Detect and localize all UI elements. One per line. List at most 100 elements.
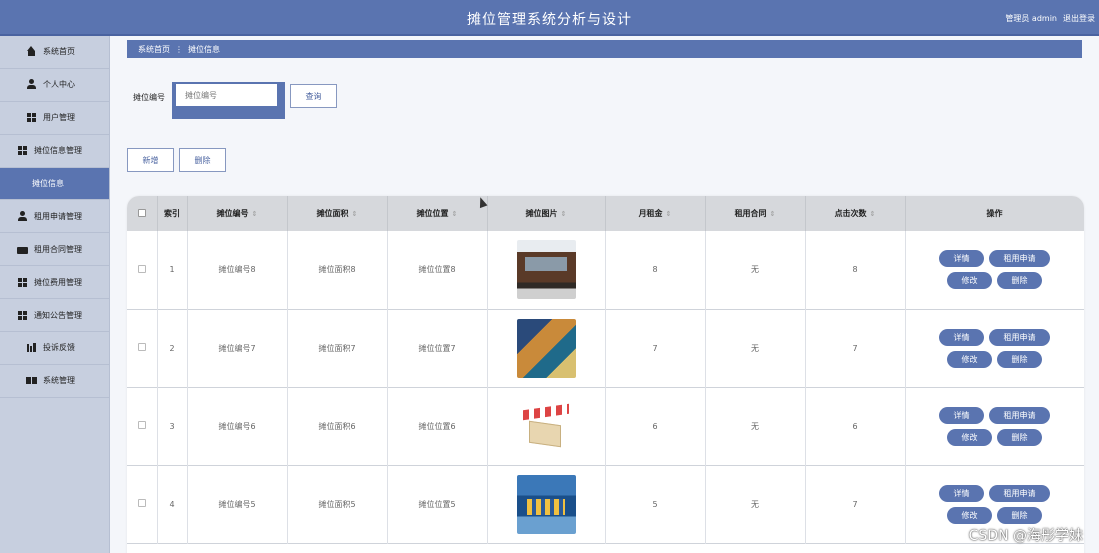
column-header-label: 月租金 — [638, 209, 663, 218]
sidebar-item-stall-fees[interactable]: 摊位费用管理 — [0, 266, 109, 300]
cell-area: 摊位面积7 — [287, 309, 388, 387]
stall-table: 索引 摊位编号 ⇕ 摊位面积 ⇕ 摊位位置 ⇕ 摊位图片 ⇕ 月租金 ⇕ 租用合同 ⇕ 点击… — [127, 196, 1084, 553]
grid-icon — [26, 112, 37, 124]
add-button[interactable]: 新增 — [127, 148, 174, 172]
column-header-actions: 操作 — [905, 196, 1084, 231]
row-checkbox[interactable] — [137, 264, 146, 273]
cell-rent: 8 — [605, 231, 706, 309]
home-icon — [26, 46, 37, 57]
column-header-label: 租用合同 — [734, 209, 767, 218]
header-user-area: 管理员 admin 退出登录 — [1005, 13, 1095, 24]
cell-rent: 7 — [605, 309, 706, 387]
cell-contract: 无 — [705, 309, 806, 387]
column-header-image[interactable]: 摊位图片 ⇕ — [487, 196, 606, 231]
edit-button[interactable]: 修改 — [947, 272, 992, 290]
cell-location: 摊位位置6 — [387, 387, 488, 465]
sidebar-item-feedback[interactable]: 投诉反馈 — [0, 332, 109, 365]
main-content: 系统首页 ⋮ 摊位信息 摊位编号 查询 新增 删除 索引 摊位编号⇕ 摊位面积⇕… — [110, 36, 1099, 553]
sort-icon[interactable]: ⇕ — [666, 210, 672, 218]
app-title: 摊位管理系统分析与设计 — [467, 12, 632, 28]
cell-location: 摊位位置5 — [387, 465, 488, 543]
row-checkbox[interactable] — [137, 499, 146, 507]
cell-contract: 无 — [705, 231, 806, 309]
sidebar-item-label: 系统管理 — [43, 376, 75, 386]
apply-rent-button[interactable]: 租用申请 — [989, 406, 1050, 424]
sidebar-item-stall-info[interactable]: 摊位信息 — [0, 167, 109, 201]
logout-link[interactable]: 退出登录 — [1063, 13, 1095, 24]
grid-icon — [17, 276, 28, 288]
row-checkbox[interactable] — [137, 421, 146, 429]
column-header-clicks[interactable]: 点击次数 ⇕ — [805, 196, 906, 231]
sidebar-item-system[interactable]: 系统管理 — [0, 365, 109, 398]
sort-icon[interactable]: ⇕ — [561, 210, 567, 218]
detail-button[interactable]: 详情 — [939, 484, 984, 502]
sort-icon[interactable]: ⇕ — [252, 210, 258, 218]
column-header-area[interactable]: 摊位面积 ⇕ — [287, 196, 388, 231]
row-delete-button[interactable]: 删除 — [997, 506, 1042, 524]
sidebar-item-label: 租用合同管理 — [34, 244, 82, 254]
detail-button[interactable]: 详情 — [939, 406, 984, 424]
cell-contract: 无 — [705, 465, 806, 543]
table-header-row: 索引 摊位编号 ⇕ 摊位面积 ⇕ 摊位位置 ⇕ 摊位图片 ⇕ 月租金 ⇕ 租用合同 ⇕ 点击… — [127, 196, 1084, 231]
stall-image-food-cart[interactable] — [516, 240, 576, 300]
sidebar-item-rental-contracts[interactable]: 租用合同管理 — [0, 233, 109, 267]
sidebar-item-rental-applications[interactable]: 租用申请管理 — [0, 200, 109, 234]
row-delete-button[interactable]: 删除 — [997, 350, 1042, 368]
edit-button[interactable]: 修改 — [947, 428, 992, 446]
query-button[interactable]: 查询 — [290, 84, 337, 108]
delete-button[interactable]: 删除 — [179, 148, 226, 172]
row-checkbox[interactable] — [137, 343, 146, 351]
select-all-checkbox-cell[interactable] — [127, 196, 158, 231]
top-header: 摊位管理系统分析与设计 管理员 admin 退出登录 — [0, 0, 1099, 36]
detail-button[interactable]: 详情 — [939, 328, 984, 346]
sidebar-item-label: 投诉反馈 — [43, 343, 75, 353]
cell-location: 摊位位置7 — [387, 309, 488, 387]
column-header-rent[interactable]: 月租金 ⇕ — [605, 196, 706, 231]
apply-rent-button[interactable]: 租用申请 — [989, 328, 1050, 346]
stall-image-kiosk[interactable] — [516, 474, 576, 534]
sidebar-item-notices[interactable]: 通知公告管理 — [0, 299, 109, 333]
user-label: 管理员 admin — [1005, 14, 1057, 23]
sidebar-item-label: 用户管理 — [43, 113, 75, 123]
column-header-location[interactable]: 摊位位置 ⇕ — [387, 196, 488, 231]
sidebar: 系统首页 个人中心 用户管理 摊位信息管理 摊位信息 租用申请管理 租用合同管理… — [0, 36, 110, 553]
column-header-code[interactable]: 摊位编号 ⇕ — [187, 196, 288, 231]
sort-icon[interactable]: ⇕ — [352, 210, 358, 218]
row-delete-button[interactable]: 删除 — [997, 272, 1042, 290]
sidebar-item-home[interactable]: 系统首页 — [0, 36, 109, 69]
sort-icon[interactable]: ⇕ — [870, 210, 876, 218]
cell-code: 摊位编号8 — [187, 231, 288, 309]
sort-icon[interactable]: ⇕ — [452, 210, 458, 218]
system-icon — [26, 375, 37, 387]
grid-icon — [17, 145, 28, 157]
apply-rent-button[interactable]: 租用申请 — [989, 484, 1050, 502]
sidebar-item-label: 通知公告管理 — [34, 310, 82, 320]
edit-button[interactable]: 修改 — [947, 350, 992, 368]
table-row: 1 摊位编号8 摊位面积8 摊位位置8 8 无 8 详情 租用申请 修改 删除 — [127, 231, 1084, 309]
edit-button[interactable]: 修改 — [947, 506, 992, 524]
detail-button[interactable]: 详情 — [939, 250, 984, 268]
message-icon — [17, 246, 28, 254]
stall-image-awning-stand[interactable] — [516, 396, 576, 456]
sort-icon[interactable]: ⇕ — [770, 210, 776, 218]
column-header-label: 摊位图片 — [525, 209, 558, 218]
sidebar-item-label: 摊位信息管理 — [34, 146, 82, 156]
search-label: 摊位编号 — [133, 93, 165, 102]
cell-rent: 5 — [605, 465, 706, 543]
cell-index: 2 — [157, 309, 188, 387]
sidebar-item-users[interactable]: 用户管理 — [0, 102, 109, 135]
stall-image-market-booth[interactable] — [516, 318, 576, 378]
watermark: CSDN @海彤学妹 — [968, 528, 1083, 544]
sidebar-item-profile[interactable]: 个人中心 — [0, 69, 109, 102]
apply-rent-button[interactable]: 租用申请 — [989, 250, 1050, 268]
row-delete-button[interactable]: 删除 — [997, 428, 1042, 446]
select-all-checkbox[interactable] — [137, 208, 146, 217]
cell-area: 摊位面积6 — [287, 387, 388, 465]
cell-clicks: 6 — [805, 387, 906, 465]
column-header-contract[interactable]: 租用合同 ⇕ — [705, 196, 806, 231]
breadcrumb-home[interactable]: 系统首页 — [138, 44, 170, 55]
sidebar-item-stall-management[interactable]: 摊位信息管理 — [0, 135, 109, 168]
search-input[interactable] — [176, 84, 277, 106]
grid-icon — [17, 309, 28, 321]
cell-contract: 无 — [705, 387, 806, 465]
